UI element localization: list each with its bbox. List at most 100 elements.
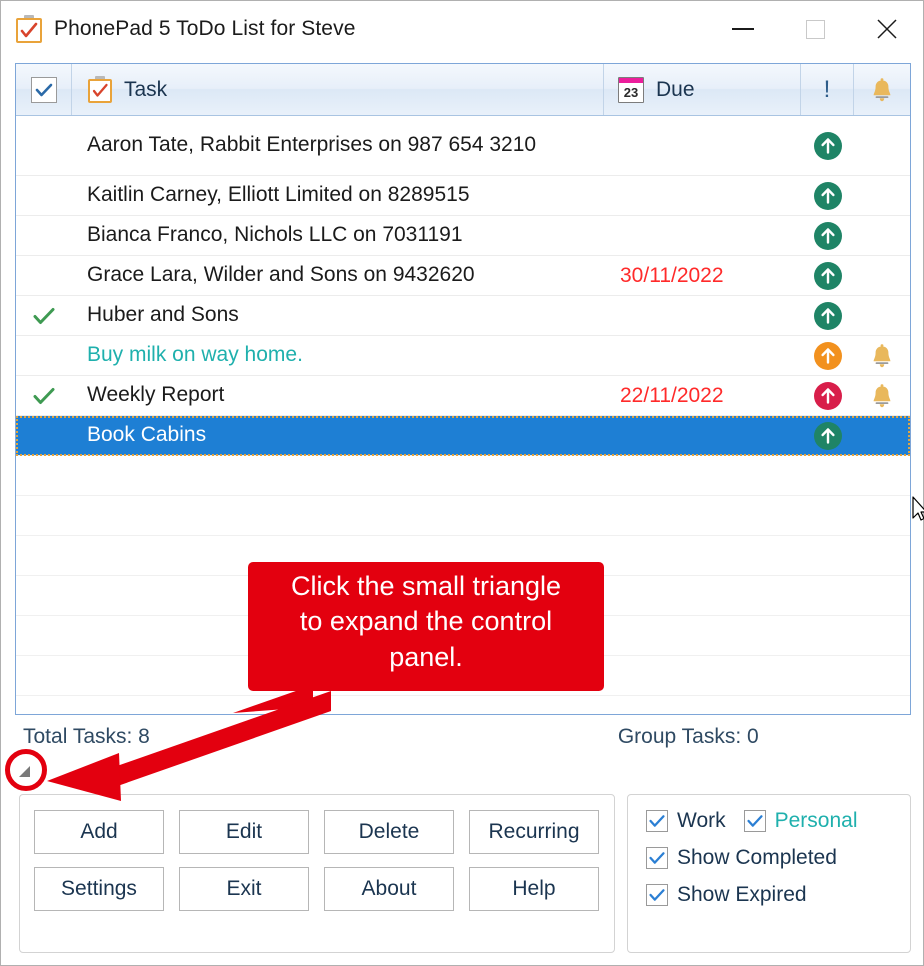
row-priority[interactable]: [802, 301, 854, 330]
alarm-bell-icon: [873, 383, 891, 407]
task-row[interactable]: Book Cabins: [16, 416, 910, 456]
filter-panel: Work Personal Show Completed Show Expire…: [627, 794, 911, 953]
row-due-date: 22/11/2022: [620, 383, 724, 407]
delete-button[interactable]: Delete: [324, 810, 454, 854]
check-icon: [35, 83, 52, 96]
filter-row-1: Work Personal: [646, 809, 910, 833]
row-task-text: Buy milk on way home.: [87, 343, 303, 367]
check-icon: [649, 815, 665, 827]
maximize-button[interactable]: [779, 1, 851, 57]
show-completed-checkbox[interactable]: [646, 847, 668, 869]
minimize-button[interactable]: [707, 1, 779, 57]
filter-personal[interactable]: Personal: [743, 809, 858, 833]
filter-row-3: Show Expired: [646, 883, 910, 907]
callout-line-1: Click the small triangle: [290, 571, 562, 601]
app-window: PhonePad 5 ToDo List for Steve Task 23 D…: [0, 0, 924, 966]
row-priority[interactable]: [802, 421, 854, 450]
row-due-date: 30/11/2022: [620, 263, 724, 287]
priority-green-icon: [814, 181, 842, 210]
column-header-due[interactable]: 23 Due: [604, 64, 800, 115]
priority-green-icon: [814, 131, 842, 160]
task-row-empty[interactable]: [16, 496, 910, 536]
task-row[interactable]: Buy milk on way home.: [16, 336, 910, 376]
work-checkbox[interactable]: [646, 810, 668, 832]
task-row-empty[interactable]: [16, 456, 910, 496]
maximize-icon: [805, 19, 825, 39]
show-expired-checkbox[interactable]: [646, 884, 668, 906]
button-row-1: Add Edit Delete Recurring: [34, 810, 614, 854]
column-header-task-label: Task: [124, 77, 168, 101]
task-row[interactable]: Grace Lara, Wilder and Sons on 9432620 30…: [16, 256, 910, 296]
annotation-arrow: [47, 691, 331, 801]
row-task-text: Huber and Sons: [87, 303, 239, 327]
priority-red-icon: [814, 381, 842, 410]
priority-green-icon: [814, 421, 842, 450]
row-alarm[interactable]: [854, 383, 910, 409]
row-task-text: Aaron Tate, Rabbit Enterprises on 987 65…: [87, 133, 537, 157]
column-header-alarm[interactable]: [854, 64, 910, 115]
add-button[interactable]: Add: [34, 810, 164, 854]
check-icon: [649, 889, 665, 901]
column-header-task[interactable]: Task: [72, 64, 603, 115]
filter-work[interactable]: Work: [646, 809, 726, 833]
mouse-cursor: [912, 496, 924, 521]
task-row[interactable]: Weekly Report 22/11/2022: [16, 376, 910, 416]
edit-button[interactable]: Edit: [179, 810, 309, 854]
check-icon: [747, 815, 763, 827]
row-priority[interactable]: [802, 181, 854, 210]
filter-show-expired[interactable]: Show Expired: [646, 883, 807, 907]
list-header: Task 23 Due !: [16, 64, 910, 116]
settings-button[interactable]: Settings: [34, 867, 164, 911]
column-header-due-label: Due: [656, 77, 695, 101]
row-task-text: Bianca Franco, Nichols LLC on 7031191: [87, 223, 463, 247]
task-row[interactable]: Huber and Sons: [16, 296, 910, 336]
close-button[interactable]: [851, 1, 923, 57]
help-button[interactable]: Help: [469, 867, 599, 911]
personal-label: Personal: [774, 809, 858, 832]
alarm-bell-icon: [873, 343, 891, 367]
row-task-text: Kaitlin Carney, Elliott Limited on 82895…: [87, 183, 470, 207]
completed-check-icon: [33, 307, 54, 324]
window-controls: [707, 1, 923, 57]
title-bar: PhonePad 5 ToDo List for Steve: [1, 1, 923, 57]
row-priority[interactable]: [802, 221, 854, 250]
show-expired-label: Show Expired: [677, 883, 807, 906]
task-row[interactable]: Aaron Tate, Rabbit Enterprises on 987 65…: [16, 116, 910, 176]
column-header-check[interactable]: [16, 64, 71, 115]
row-complete-check[interactable]: [16, 387, 71, 405]
row-task-text: Grace Lara, Wilder and Sons on 9432620: [87, 263, 475, 287]
show-completed-label: Show Completed: [677, 846, 837, 869]
callout-line-2: to expand the control: [299, 606, 553, 637]
group-tasks-label: Group Tasks: 0: [617, 725, 759, 748]
priority-icon: !: [823, 75, 831, 103]
column-header-priority[interactable]: !: [801, 64, 853, 115]
recurring-button[interactable]: Recurring: [469, 810, 599, 854]
window-title: PhonePad 5 ToDo List for Steve: [54, 17, 356, 40]
select-all-checkbox[interactable]: [30, 76, 57, 103]
row-alarm[interactable]: [854, 343, 910, 369]
about-button[interactable]: About: [324, 867, 454, 911]
exit-button[interactable]: Exit: [179, 867, 309, 911]
filter-show-completed[interactable]: Show Completed: [646, 846, 837, 870]
app-icon: [16, 15, 42, 43]
row-task-text: Book Cabins: [87, 423, 207, 447]
personal-checkbox[interactable]: [743, 810, 766, 832]
filter-row-2: Show Completed: [646, 846, 910, 870]
check-icon: [649, 852, 665, 864]
row-priority[interactable]: [802, 341, 854, 370]
task-row[interactable]: Bianca Franco, Nichols LLC on 7031191: [16, 216, 910, 256]
calendar-day: 23: [623, 84, 639, 100]
row-complete-check[interactable]: [16, 307, 71, 325]
row-priority[interactable]: [802, 381, 854, 410]
minimize-icon: [732, 28, 754, 30]
callout-line-3: panel.: [389, 641, 463, 672]
task-row[interactable]: Kaitlin Carney, Elliott Limited on 82895…: [16, 176, 910, 216]
clipboard-check-icon: [88, 76, 112, 103]
row-priority[interactable]: [802, 131, 854, 160]
calendar-icon: 23: [618, 76, 644, 103]
priority-green-icon: [814, 301, 842, 330]
row-priority[interactable]: [802, 261, 854, 290]
close-icon: [877, 19, 897, 39]
priority-orange-icon: [814, 341, 842, 370]
annotation-circle-highlight: [5, 749, 47, 791]
